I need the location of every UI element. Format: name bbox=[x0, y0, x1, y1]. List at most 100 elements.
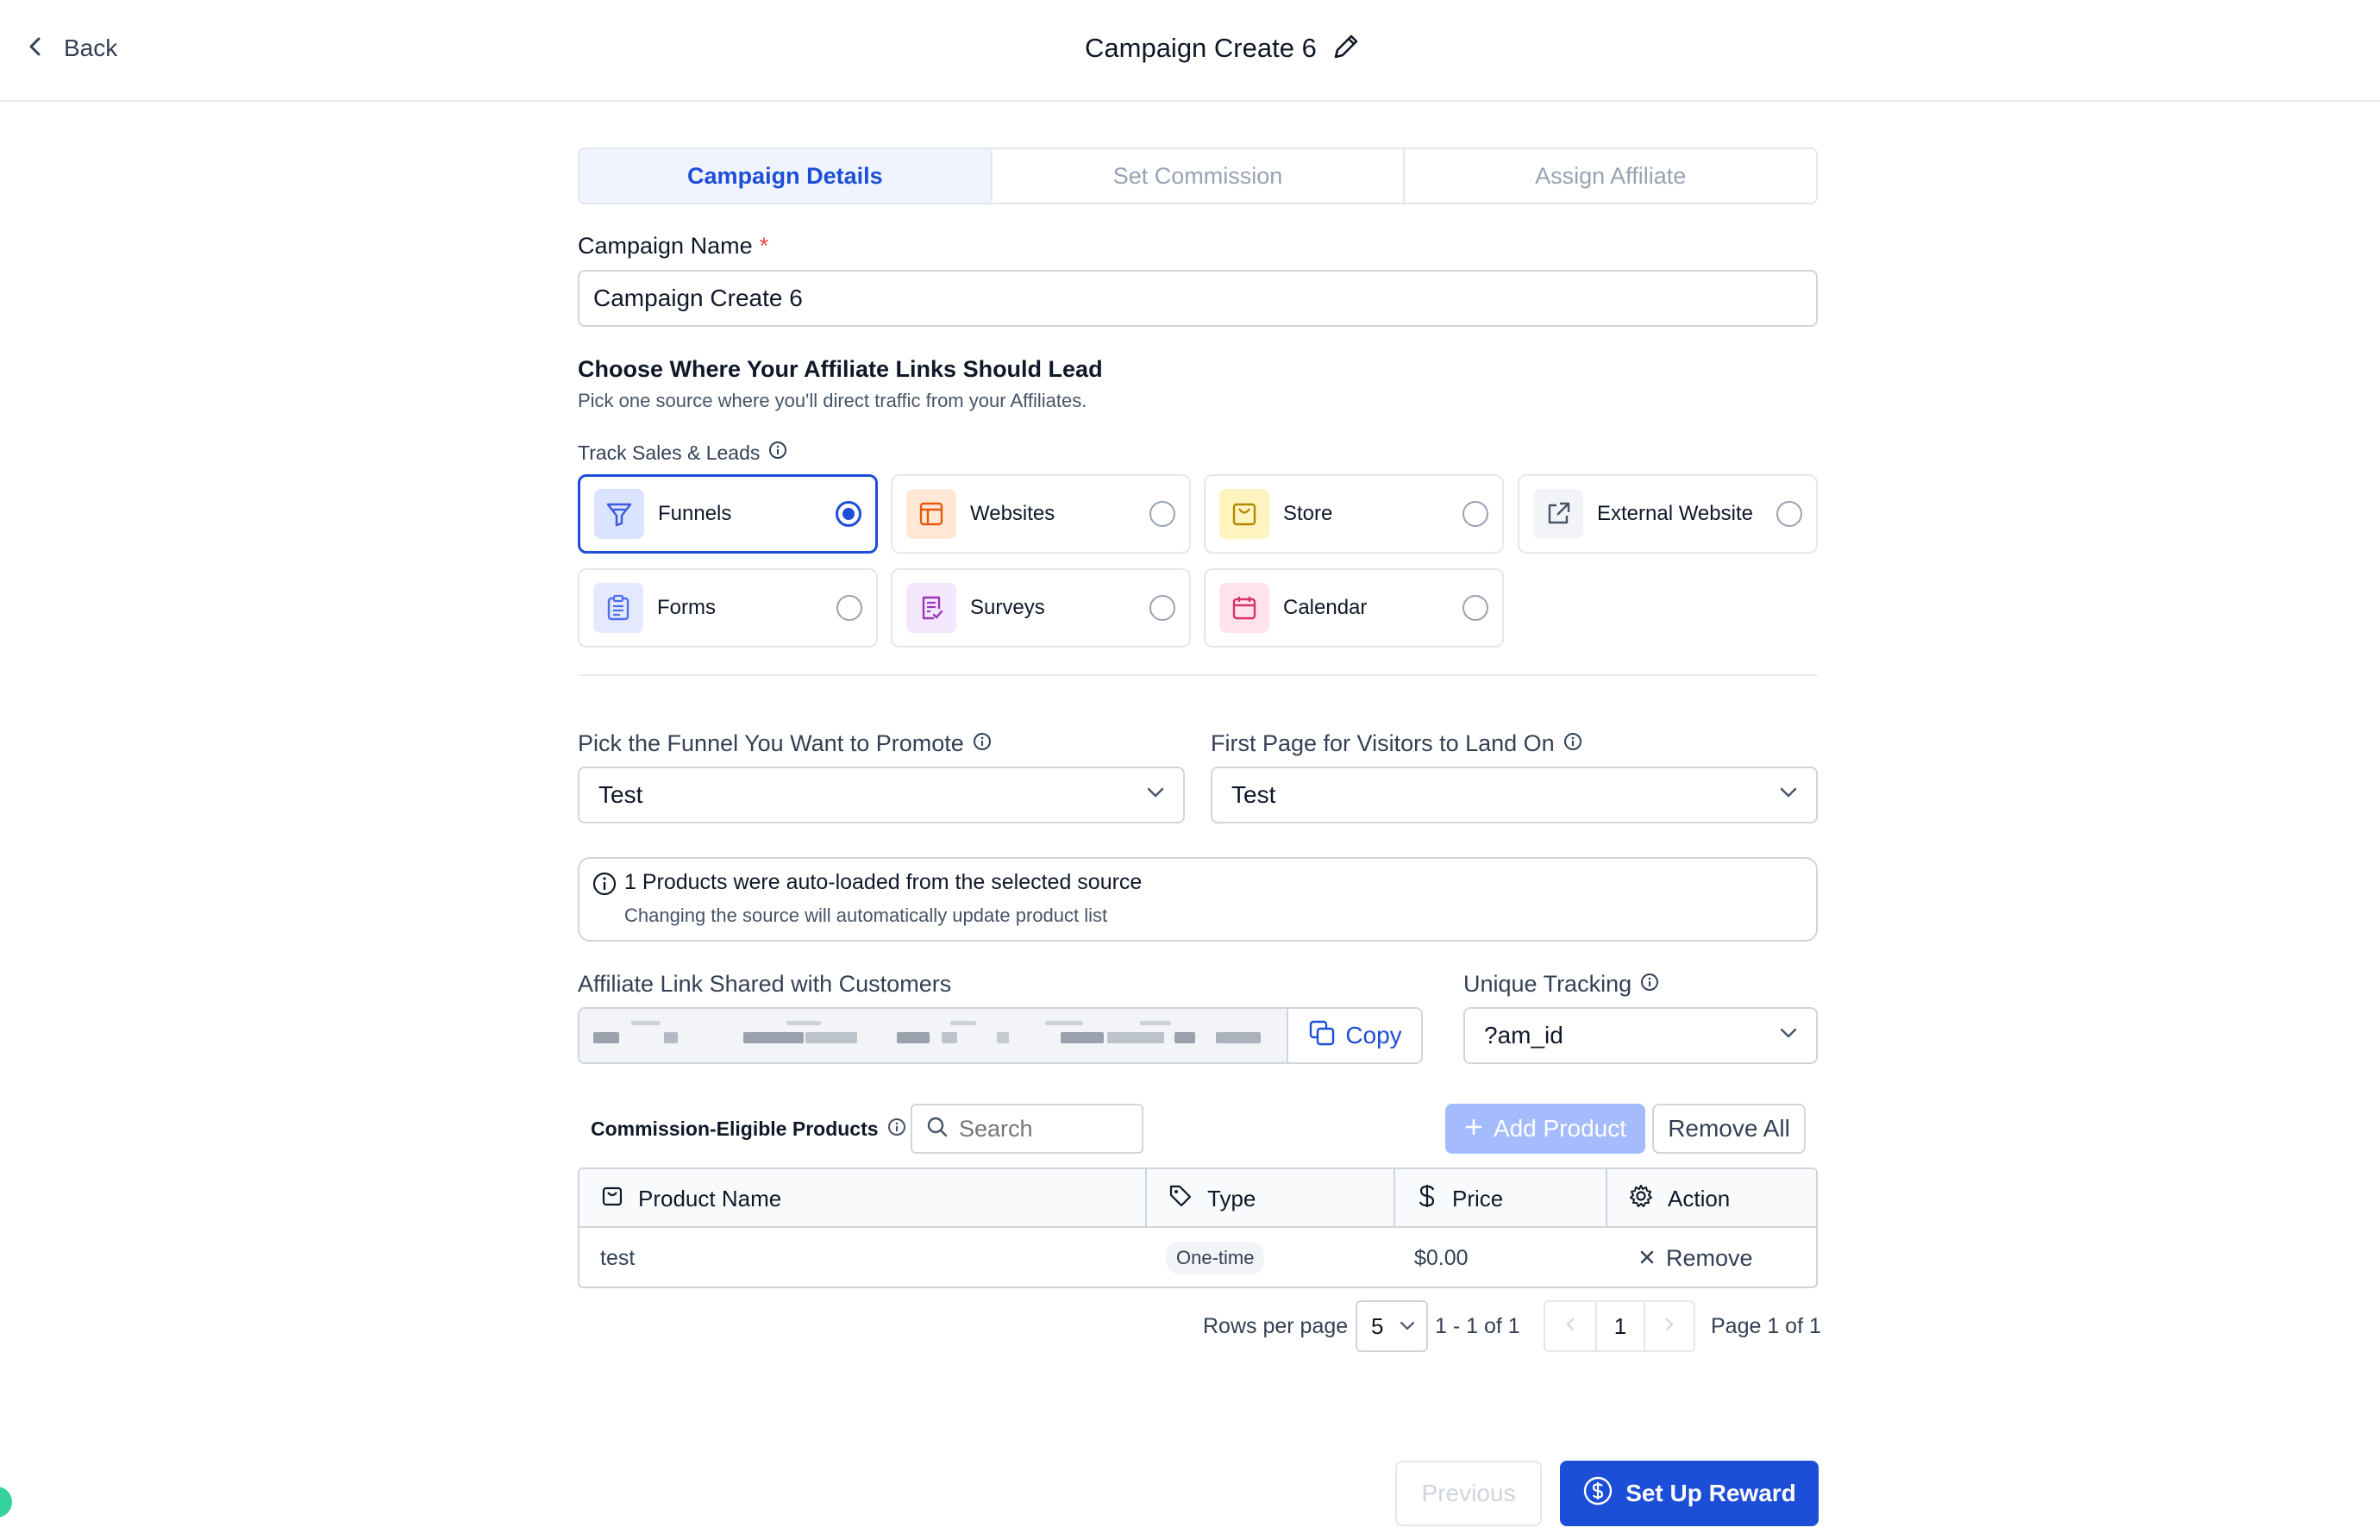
survey-icon bbox=[906, 583, 956, 633]
copy-label: Copy bbox=[1345, 1022, 1402, 1049]
unique-tracking-select[interactable]: ?am_id bbox=[1463, 1007, 1818, 1064]
funnel-select[interactable]: Test bbox=[578, 767, 1185, 823]
package-icon bbox=[600, 1184, 624, 1214]
affiliate-link-field: Copy bbox=[578, 1007, 1423, 1064]
gear-icon bbox=[1628, 1183, 1654, 1215]
copy-link-button[interactable]: Copy bbox=[1287, 1009, 1421, 1062]
radio-unselected[interactable] bbox=[1462, 501, 1488, 527]
track-sales-label-row: Track Sales & Leads bbox=[578, 441, 787, 465]
info-icon[interactable] bbox=[1640, 971, 1659, 998]
next-page-button[interactable] bbox=[1645, 1302, 1694, 1350]
radio-unselected[interactable] bbox=[1462, 595, 1488, 621]
radio-unselected[interactable] bbox=[1776, 501, 1802, 527]
source-option-label: Funnels bbox=[658, 502, 732, 525]
source-option-websites[interactable]: Websites bbox=[891, 474, 1191, 554]
page-info-text: Page 1 of 1 bbox=[1711, 1313, 1821, 1338]
required-marker: * bbox=[759, 233, 769, 259]
source-option-external-website[interactable]: External Website bbox=[1518, 474, 1818, 554]
back-label: Back bbox=[64, 34, 118, 61]
unique-tracking-label-row: Unique Tracking bbox=[1463, 971, 1659, 998]
column-header-type[interactable]: Type bbox=[1147, 1169, 1394, 1228]
funnel-icon bbox=[594, 489, 644, 539]
calendar-icon bbox=[1219, 583, 1269, 633]
dollar-circle-icon bbox=[1582, 1475, 1613, 1512]
column-header-action[interactable]: Action bbox=[1607, 1169, 1816, 1228]
remove-product-button[interactable]: Remove bbox=[1638, 1228, 1753, 1286]
campaign-name-label-row: Campaign Name * bbox=[578, 233, 768, 260]
products-table: Product Name Type Price Action test One-… bbox=[578, 1168, 1818, 1288]
affiliate-link-blurred-value[interactable] bbox=[579, 1009, 1287, 1062]
info-icon[interactable] bbox=[887, 1117, 906, 1141]
back-button[interactable]: Back bbox=[26, 29, 117, 67]
source-option-label: External Website bbox=[1597, 502, 1753, 525]
landing-page-select[interactable]: Test bbox=[1211, 767, 1818, 823]
tab-assign-affiliate[interactable]: Assign Affiliate bbox=[1403, 149, 1816, 203]
products-label-row: Commission-Eligible Products bbox=[591, 1117, 906, 1141]
copy-icon bbox=[1307, 1018, 1337, 1054]
unique-tracking-value: ?am_id bbox=[1484, 1022, 1563, 1049]
chevron-left-icon bbox=[26, 36, 45, 61]
rows-per-page-value: 5 bbox=[1371, 1312, 1384, 1339]
chat-widget-indicator[interactable] bbox=[0, 1487, 12, 1518]
radio-unselected[interactable] bbox=[1149, 595, 1175, 621]
add-product-button[interactable]: Add Product bbox=[1445, 1104, 1645, 1154]
shopping-bag-icon bbox=[1219, 489, 1269, 539]
external-link-icon bbox=[1533, 489, 1583, 539]
edit-title-pencil-icon[interactable] bbox=[1331, 31, 1362, 66]
set-up-reward-label: Set Up Reward bbox=[1625, 1480, 1796, 1506]
column-label: Action bbox=[1668, 1185, 1731, 1211]
radio-unselected[interactable] bbox=[1149, 501, 1175, 527]
column-label: Price bbox=[1452, 1185, 1504, 1211]
info-icon[interactable] bbox=[973, 730, 992, 757]
page-navigator: 1 bbox=[1544, 1300, 1695, 1352]
source-option-label: Surveys bbox=[970, 596, 1045, 619]
tab-campaign-details[interactable]: Campaign Details bbox=[579, 149, 991, 203]
source-option-label: Store bbox=[1283, 502, 1333, 525]
funnel-select-label-row: Pick the Funnel You Want to Promote bbox=[578, 730, 992, 757]
notice-title: 1 Products were auto-loaded from the sel… bbox=[624, 870, 1143, 894]
campaign-create-page: Back Campaign Create 6 Campaign Details … bbox=[0, 0, 2380, 1540]
current-page-button[interactable]: 1 bbox=[1595, 1302, 1645, 1350]
landing-select-label: First Page for Visitors to Land On bbox=[1211, 730, 1555, 756]
unique-tracking-label: Unique Tracking bbox=[1463, 971, 1632, 997]
section-divider bbox=[578, 674, 1818, 676]
tab-set-commission[interactable]: Set Commission bbox=[990, 149, 1404, 203]
previous-button[interactable]: Previous bbox=[1395, 1461, 1542, 1526]
radio-unselected[interactable] bbox=[836, 595, 862, 621]
blurred-link-text bbox=[593, 1021, 1261, 1043]
previous-page-button[interactable] bbox=[1545, 1302, 1595, 1350]
column-header-product-name[interactable]: Product Name bbox=[579, 1169, 1145, 1228]
chevron-right-icon bbox=[1662, 1317, 1677, 1337]
column-label: Type bbox=[1207, 1185, 1256, 1211]
source-option-store[interactable]: Store bbox=[1204, 474, 1504, 554]
info-icon bbox=[592, 871, 617, 901]
remove-label: Remove bbox=[1666, 1244, 1753, 1271]
source-option-calendar[interactable]: Calendar bbox=[1204, 568, 1504, 648]
source-option-funnels[interactable]: Funnels bbox=[578, 474, 878, 554]
destination-heading: Choose Where Your Affiliate Links Should… bbox=[578, 356, 1103, 382]
column-header-price[interactable]: Price bbox=[1395, 1169, 1606, 1228]
radio-selected[interactable] bbox=[836, 501, 861, 527]
set-up-reward-button[interactable]: Set Up Reward bbox=[1560, 1461, 1819, 1526]
funnel-select-label: Pick the Funnel You Want to Promote bbox=[578, 730, 964, 756]
landing-select-label-row: First Page for Visitors to Land On bbox=[1211, 730, 1582, 757]
product-search-input[interactable] bbox=[959, 1115, 1123, 1142]
source-option-label: Websites bbox=[970, 502, 1055, 525]
source-option-label: Forms bbox=[657, 596, 716, 619]
layout-icon bbox=[906, 489, 956, 539]
campaign-name-input[interactable] bbox=[578, 270, 1818, 327]
remove-all-button[interactable]: Remove All bbox=[1652, 1104, 1806, 1154]
step-tabs: Campaign Details Set Commission Assign A… bbox=[578, 147, 1818, 204]
affiliate-link-label: Affiliate Link Shared with Customers bbox=[578, 971, 952, 997]
product-search-box[interactable] bbox=[911, 1104, 1143, 1154]
rows-per-page-select[interactable]: 5 bbox=[1356, 1300, 1428, 1352]
source-option-surveys[interactable]: Surveys bbox=[891, 568, 1191, 648]
info-icon[interactable] bbox=[768, 441, 787, 465]
track-sales-label: Track Sales & Leads bbox=[578, 441, 761, 464]
top-header: Back Campaign Create 6 bbox=[0, 0, 2380, 102]
source-option-forms[interactable]: Forms bbox=[578, 568, 878, 648]
chevron-down-icon bbox=[1399, 1313, 1416, 1340]
info-icon[interactable] bbox=[1563, 730, 1582, 757]
product-price-cell: $0.00 bbox=[1414, 1245, 1469, 1270]
dollar-icon bbox=[1416, 1183, 1438, 1215]
